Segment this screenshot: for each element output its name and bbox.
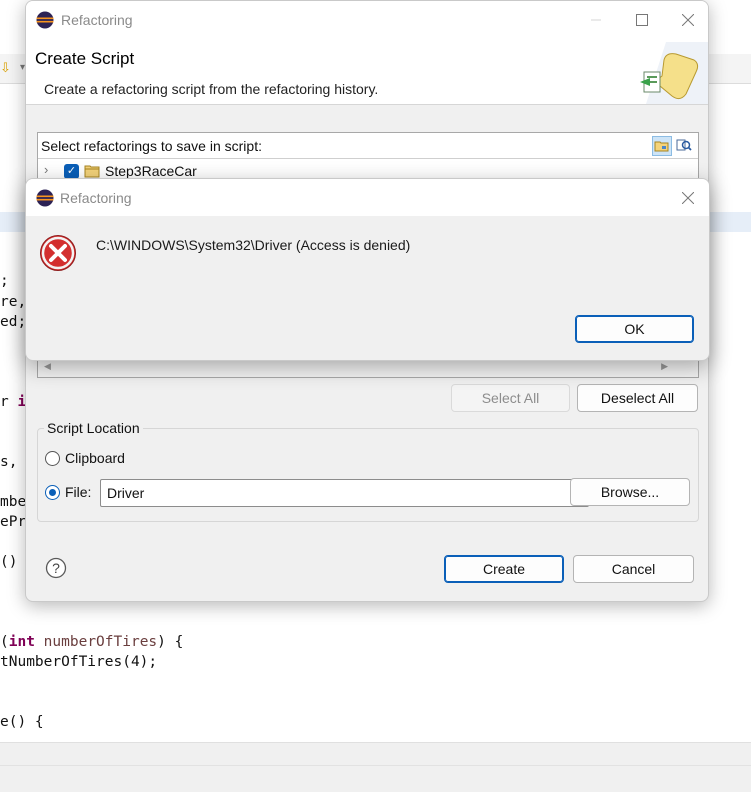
wizard-scroll-icon [640,42,708,104]
status-bar [0,742,751,792]
filter-icon [676,139,692,151]
select-all-button[interactable]: Select All [451,384,570,412]
code-line: tNumberOfTires(4); [0,654,158,670]
svg-text:?: ? [52,560,60,576]
ok-button[interactable]: OK [575,315,694,343]
code-line: ed; [0,314,27,330]
close-button[interactable] [665,1,708,39]
file-radio[interactable] [45,485,60,500]
window-title: Refactoring [61,12,133,28]
error-dialog: Refactoring C:\WINDOWS\System32\Driver (… [25,178,710,361]
scroll-left-icon[interactable]: ◀ [44,361,51,372]
group-label: Script Location [44,420,143,436]
folder-icon [84,165,100,178]
maximize-icon [636,14,648,26]
close-icon [682,192,694,204]
browse-button[interactable]: Browse... [570,478,690,506]
scroll-right-icon[interactable]: ▶ [661,361,668,372]
error-close-button[interactable] [665,179,709,217]
minimize-button[interactable] [573,1,619,39]
eclipse-icon [36,189,54,207]
eclipse-icon [36,11,54,29]
script-location-group: Script Location [37,420,699,522]
wizard-header: Create Script Create a refactoring scrip… [26,39,708,105]
group-by-project-icon [654,141,669,152]
code-line: ; [0,273,9,289]
title-bar: Refactoring [26,1,708,39]
filter-button[interactable] [675,136,695,156]
clipboard-label[interactable]: Clipboard [65,450,125,466]
clipboard-radio[interactable] [45,451,60,466]
page-description: Create a refactoring script from the ref… [44,81,379,97]
error-title-bar: Refactoring [26,179,709,216]
file-label[interactable]: File: [65,484,91,500]
file-path-value[interactable]: Driver [107,485,144,501]
code-line: re, [0,294,27,310]
code-line: (int numberOfTires) { [0,634,184,650]
maximize-button[interactable] [619,1,665,39]
tree-label: Select refactorings to save in script: [41,138,262,154]
error-icon [40,235,76,271]
minimize-icon [591,19,601,21]
code-line: () [0,554,18,570]
tree-header: Select refactorings to save in script: [38,133,698,159]
error-window-title: Refactoring [60,190,132,206]
file-path-combo[interactable]: Driver [100,479,589,507]
code-line: s, [0,454,18,470]
help-icon[interactable]: ? [45,557,67,579]
chevron-right-icon[interactable]: › [44,162,48,177]
cancel-button[interactable]: Cancel [573,555,694,583]
code-line: mbe [0,494,27,510]
tree-item-label: Step3RaceCar [105,163,197,179]
code-line: e() { [0,714,44,730]
create-button[interactable]: Create [444,555,564,583]
deselect-all-button[interactable]: Deselect All [577,384,698,412]
toolbar-run-icon[interactable]: ⇩ [0,60,16,76]
page-title: Create Script [35,49,135,68]
group-by-project-button[interactable] [652,136,672,156]
close-icon [682,14,694,26]
error-message: C:\WINDOWS\System32\Driver (Access is de… [96,237,411,253]
tree-item-checkbox[interactable]: ✓ [64,164,79,179]
code-line: ePr [0,514,27,530]
